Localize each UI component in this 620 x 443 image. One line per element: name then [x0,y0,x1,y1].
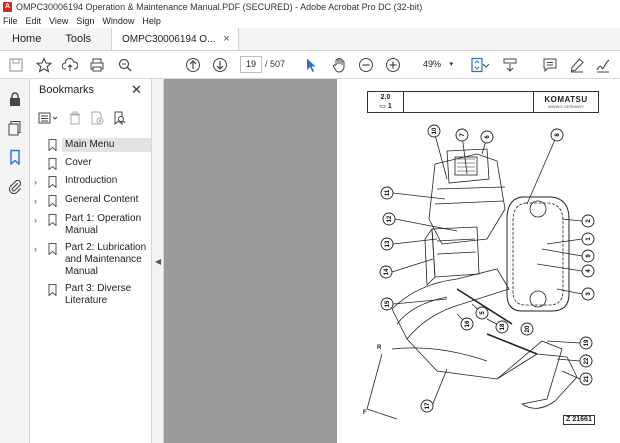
menu-help[interactable]: Help [142,16,161,26]
panel-splitter[interactable]: ◀ [152,79,164,443]
tab-document[interactable]: OMPC30006194 O... × [111,28,239,50]
print-icon[interactable] [88,56,106,74]
callout-group: 1234567 8910111213141516171819202122 [379,124,595,413]
previous-page-icon[interactable] [184,56,202,74]
window-title: OMPC30006194 Operation & Maintenance Man… [16,2,423,12]
highlight-pen-icon[interactable] [568,56,586,74]
figure-reference: Z 21661 [563,415,595,425]
bookmark-label: Part 3: Diverse Literature [65,283,132,306]
navigation-rail [0,79,30,443]
bookmark-label: Cover [65,157,92,168]
chevron-right-icon[interactable]: › [34,175,44,189]
bookmark-icon [48,284,57,296]
chevron-right-icon[interactable]: › [34,242,44,256]
bookmark-icon [48,243,57,255]
tab-tools[interactable]: Tools [53,28,103,50]
bookmark-main-menu[interactable]: Main Menu [30,136,152,155]
callout-number: 13 [385,240,391,247]
zoom-dropdown-icon: ▾ [449,61,453,68]
delete-bookmark-icon[interactable] [68,111,82,125]
callout-number: 20 [525,325,531,332]
zoom-value: 49% [422,59,441,69]
sign-icon[interactable] [594,56,612,74]
tab-document-label: OMPC30006194 O... [122,33,216,45]
zoom-out-icon[interactable] [357,56,375,74]
bookmarks-panel: Bookmarks ✕ Main Menu Cover › Introducti… [30,79,152,443]
excavator-drawing: 1234567 8910111213141516171819202122 R F [363,124,595,420]
chevron-down-icon[interactable] [481,56,491,74]
scroll-mode-icon[interactable] [501,56,519,74]
upload-cloud-icon[interactable] [61,56,79,74]
callout-number: 10 [432,127,438,134]
axis-letter-r: R [377,345,382,351]
callout-number: 12 [387,215,393,222]
bookmark-icon [48,195,57,207]
menu-file[interactable]: File [3,16,18,26]
bookmarks-toolbar [38,109,126,127]
page-total: / 507 [265,59,286,69]
menu-bar: File Edit View Sign Window Help [0,14,620,28]
document-view[interactable]: 2.0 ▭ 1 KOMATSU MINING GERMANY 1 2 3 4 5… [164,79,620,443]
callout-number: 17 [425,402,431,409]
menu-window[interactable]: Window [102,16,134,26]
hand-tool-icon[interactable] [330,56,348,74]
lock-icon[interactable] [7,91,23,107]
pdf-page: 2.0 ▭ 1 KOMATSU MINING GERMANY 1 2 3 4 5… [337,79,620,443]
zoom-in-icon[interactable] [384,56,402,74]
find-bookmark-icon[interactable] [112,111,126,126]
bookmark-part-1[interactable]: › Part 1: Operation Manual [30,211,152,240]
bookmark-label: Introduction [65,175,118,186]
menu-view[interactable]: View [49,16,68,26]
chevron-right-icon[interactable]: › [34,194,44,208]
bookmark-part-2[interactable]: › Part 2: Lubrication and Maintenance Ma… [30,240,152,281]
new-bookmark-icon[interactable] [90,111,104,125]
bookmark-panel-icon[interactable] [7,149,23,166]
bookmark-general-content[interactable]: › General Content [30,192,152,211]
bookmark-icon [48,214,57,226]
search-icon[interactable] [116,56,134,74]
title-bar: A OMPC30006194 Operation & Maintenance M… [0,0,620,14]
axis-letter-f: F [363,410,367,416]
bookmark-icon [48,176,57,188]
chevron-right-icon[interactable]: › [34,213,44,227]
bookmark-icon [48,158,57,170]
callout-number: 22 [584,357,590,364]
toolbar [0,51,620,79]
bookmark-part-3[interactable]: Part 3: Diverse Literature [30,281,152,310]
pages-thumbnail-icon[interactable] [7,120,23,136]
collapse-panel-icon[interactable]: ◀ [155,257,161,266]
save-icon[interactable] [7,56,25,74]
options-menu-icon[interactable] [38,111,58,125]
callout-number: 18 [500,323,506,330]
bookmark-label: Part 1: Operation Manual [65,213,142,236]
close-tab-icon[interactable]: × [223,33,229,45]
menu-sign[interactable]: Sign [76,16,94,26]
zoom-select[interactable]: 49% ▾ [411,56,453,73]
page-number-input[interactable]: 19 [240,56,262,73]
bookmark-list: Main Menu Cover › Introduction › General… [30,136,152,310]
bookmarks-header: Bookmarks [39,84,95,96]
callout-number: 14 [384,268,390,275]
bookmark-introduction[interactable]: › Introduction [30,173,152,192]
attachment-icon[interactable] [7,178,23,195]
bookmark-cover[interactable]: Cover [30,155,152,173]
select-cursor-icon[interactable] [302,56,320,74]
tab-bar: Home Tools OMPC30006194 O... × [0,28,620,51]
callout-number: 21 [584,375,590,382]
bookmark-icon [48,139,57,151]
next-page-icon[interactable] [211,56,229,74]
callout-number: 19 [584,339,590,346]
tab-home[interactable]: Home [0,28,53,50]
callout-number: 15 [385,300,391,307]
close-panel-icon[interactable]: ✕ [131,82,142,98]
bookmark-label: General Content [65,194,139,205]
acrobat-icon: A [3,2,12,12]
star-icon[interactable] [35,56,53,74]
bookmark-label: Main Menu [62,138,151,152]
menu-edit[interactable]: Edit [26,16,42,26]
callout-number: 16 [465,320,471,327]
comment-icon[interactable] [541,56,559,74]
callout-number: 11 [385,189,391,196]
bookmark-label: Part 2: Lubrication and Maintenance Manu… [65,242,147,277]
